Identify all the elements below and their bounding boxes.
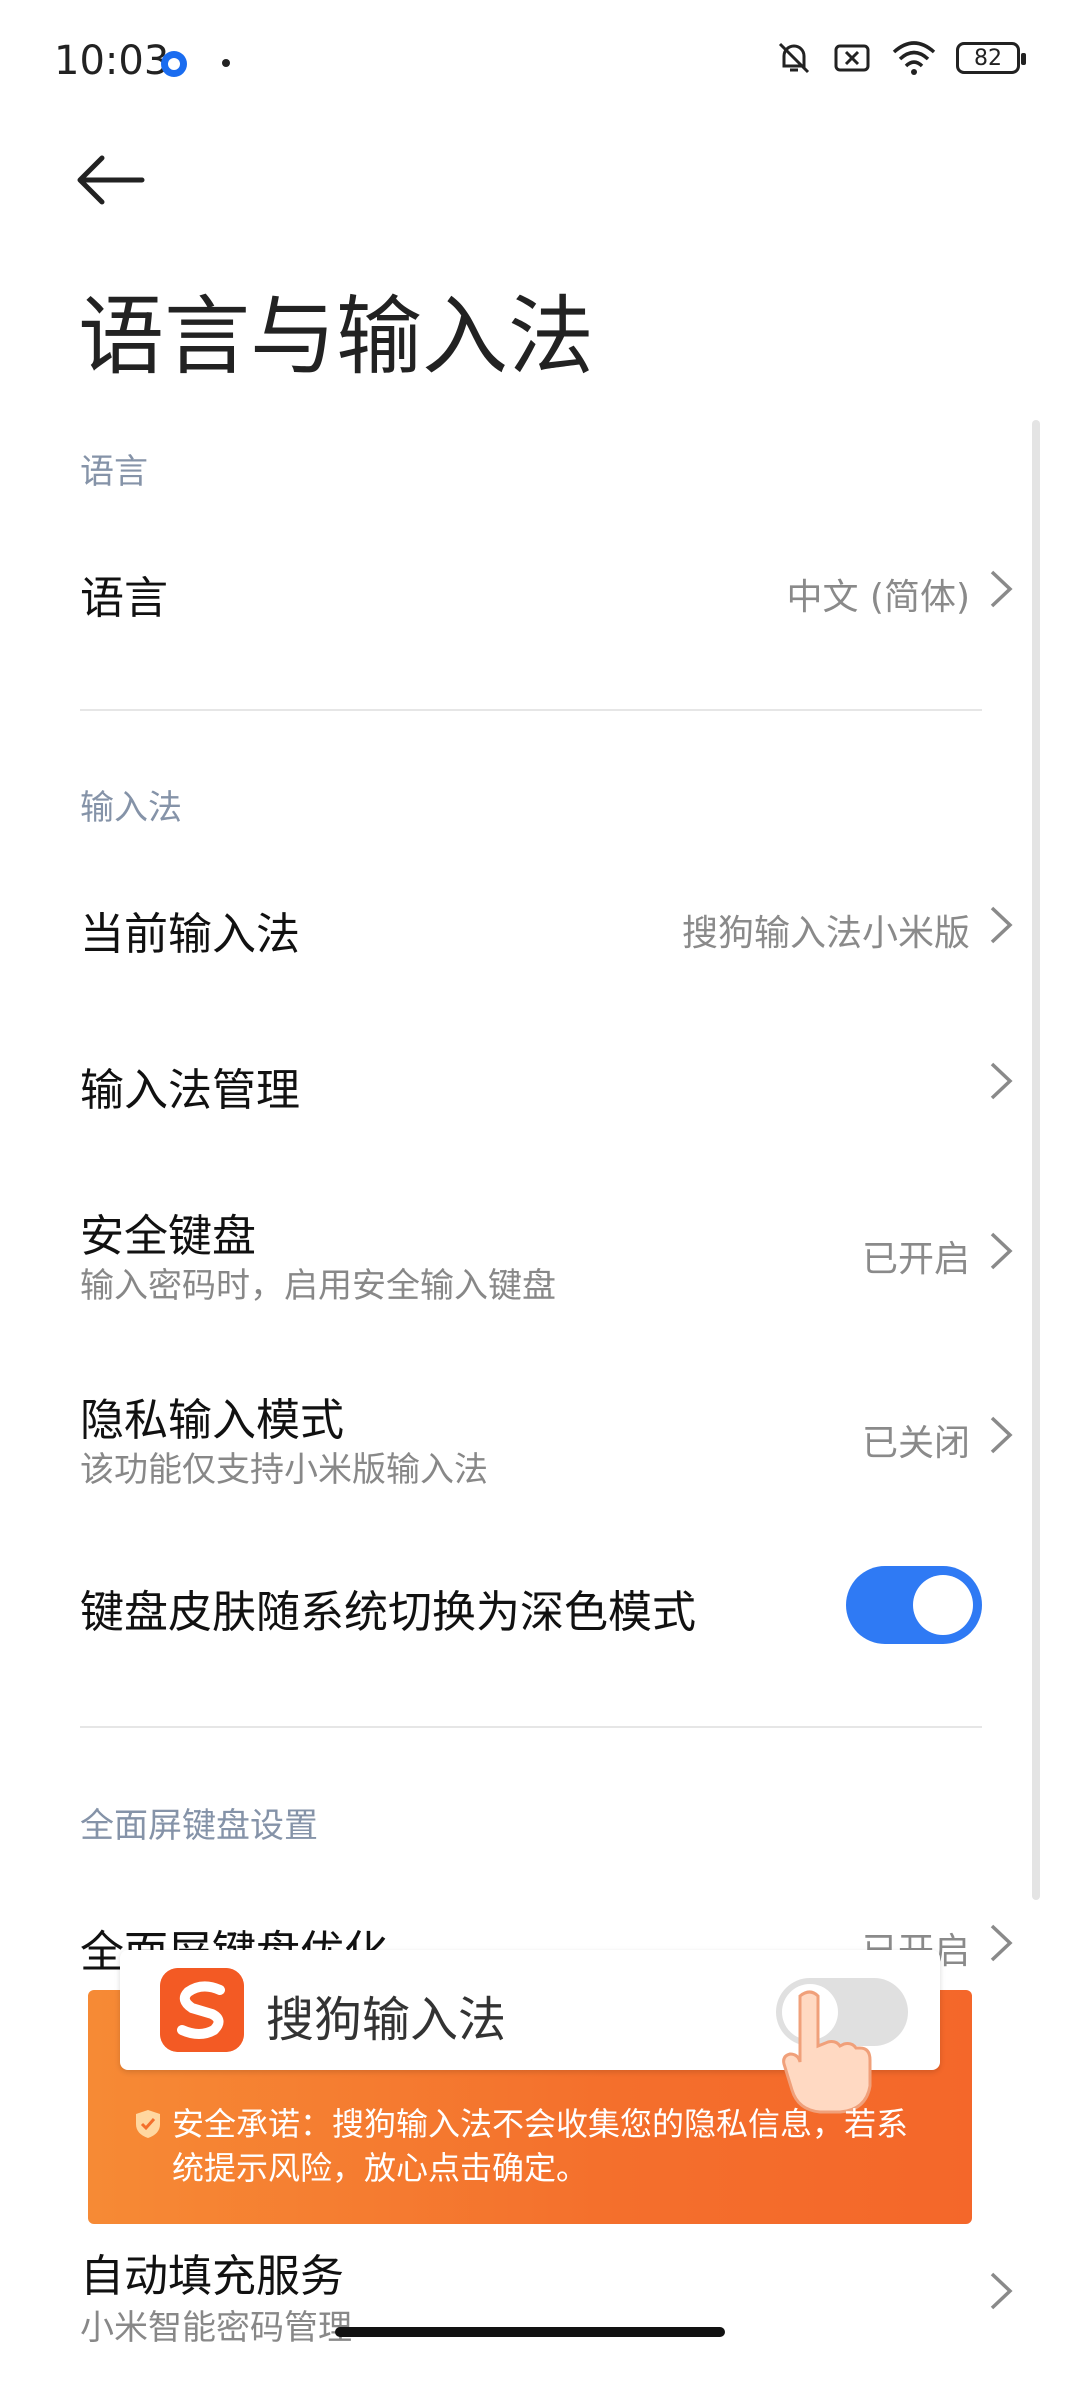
chevron-right-icon <box>990 1062 1013 1100</box>
overlay-app-name: 搜狗输入法 <box>266 1992 507 2048</box>
section-header-input-method: 输入法 <box>80 788 182 828</box>
mute-bell-icon <box>778 42 810 74</box>
row-language-value: 中文 (简体) <box>786 577 970 618</box>
app-notification-icon <box>161 51 187 77</box>
row-secure-keyboard-value: 已开启 <box>861 1239 970 1280</box>
sogou-logo-icon <box>160 1968 244 2052</box>
chevron-right-icon <box>990 570 1013 608</box>
pointing-hand-icon <box>782 1990 872 2114</box>
section-header-language: 语言 <box>80 452 148 492</box>
chevron-right-icon <box>990 1416 1013 1454</box>
scrollbar[interactable] <box>1032 420 1040 1900</box>
toggle-knob <box>913 1575 973 1635</box>
chevron-right-icon <box>990 1924 1013 1962</box>
wifi-icon <box>892 41 936 75</box>
back-arrow-icon[interactable] <box>72 140 152 220</box>
row-current-ime-value: 搜狗输入法小米版 <box>681 913 970 954</box>
row-secure-keyboard-title[interactable]: 安全键盘 <box>80 1200 256 1264</box>
divider <box>80 709 982 711</box>
shield-check-icon <box>136 2110 160 2138</box>
row-private-input-subtitle: 该功能仅支持小米版输入法 <box>80 1450 488 1490</box>
status-bar: 10:03 82 <box>0 0 1080 120</box>
chevron-right-icon <box>990 1232 1013 1270</box>
status-icons: 82 <box>774 38 1026 78</box>
battery-icon: 82 <box>956 42 1026 74</box>
row-autofill-subtitle: 小米智能密码管理 <box>80 2308 352 2348</box>
page-title: 语言与输入法 <box>78 287 594 387</box>
row-ime-management-title[interactable]: 输入法管理 <box>80 1054 300 1118</box>
overlay-security-note: 安全承诺：搜狗输入法不会收集您的隐私信息，若系统提示风险，放心点击确定。 <box>172 2105 909 2187</box>
no-sim-icon <box>834 44 870 72</box>
divider <box>80 1726 982 1728</box>
status-time: 10:03 <box>54 38 170 84</box>
row-autofill-title[interactable]: 自动填充服务 <box>80 2240 344 2304</box>
dark-skin-toggle[interactable] <box>846 1566 982 1644</box>
notification-dot-icon <box>222 59 230 67</box>
row-current-ime-title[interactable]: 当前输入法 <box>80 898 300 962</box>
section-header-fullscreen: 全面屏键盘设置 <box>80 1806 318 1846</box>
row-dark-skin-title: 键盘皮肤随系统切换为深色模式 <box>80 1587 696 1638</box>
row-language-title[interactable]: 语言 <box>80 562 168 626</box>
row-secure-keyboard-subtitle: 输入密码时，启用安全输入键盘 <box>80 1266 556 1306</box>
chevron-right-icon <box>990 906 1013 944</box>
home-indicator[interactable] <box>335 2327 725 2337</box>
row-private-input-value: 已关闭 <box>861 1423 970 1464</box>
row-private-input-title[interactable]: 隐私输入模式 <box>80 1384 344 1448</box>
battery-level: 82 <box>974 45 1002 71</box>
chevron-right-icon <box>990 2272 1013 2310</box>
